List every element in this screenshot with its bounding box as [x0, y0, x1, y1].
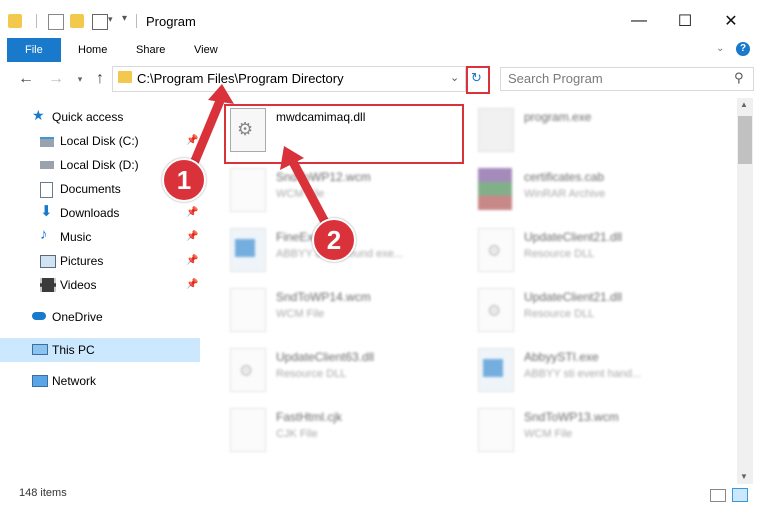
callout-step-1: 1 [162, 158, 206, 202]
callout-step-2: 2 [312, 218, 356, 262]
arrow-two [287, 155, 331, 229]
arrow-one [187, 91, 227, 173]
annotation-arrows [187, 84, 331, 229]
arrow-one-head [208, 84, 234, 104]
